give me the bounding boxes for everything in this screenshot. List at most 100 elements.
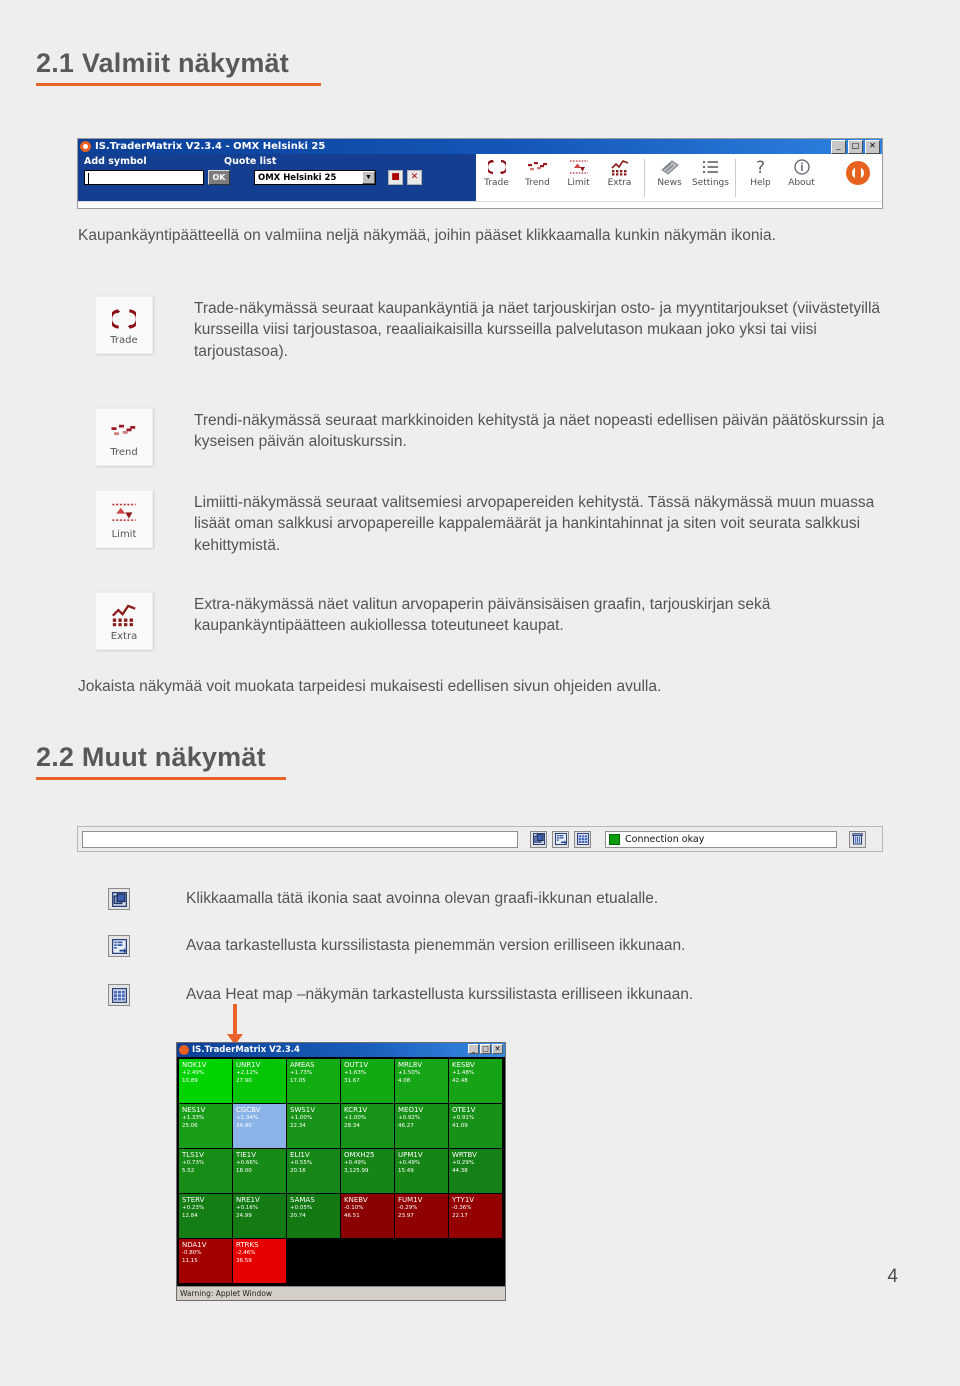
minimize-icon[interactable]: _	[831, 140, 846, 154]
feature-row-limit: Limit Limiitti-näkymässä seuraat valitse…	[95, 490, 894, 556]
heat-map-cell[interactable]: FUM1V -0.29% 23.97	[395, 1194, 449, 1239]
heat-map-cell[interactable]: NOK1V +2.49% 10.89	[179, 1059, 233, 1104]
feature-row-trade: Trade Trade-näkymässä seuraat kaupankäyn…	[95, 296, 884, 362]
heat-map-cell[interactable]: YTY1V -0.36% 22.17	[449, 1194, 503, 1239]
feature-icon-extra[interactable]: Extra	[95, 592, 153, 650]
delete-quote-list-button[interactable]: ✕	[407, 170, 422, 185]
heat-map-cell[interactable]: UNR1V +2.12% 27.90	[233, 1059, 287, 1104]
heat-map-cell-percent: +0.91%	[452, 1114, 475, 1121]
heat-map-cell-price: 31.67	[344, 1077, 360, 1084]
app-logo-icon	[80, 141, 91, 152]
heat-map-cell-percent: +1.33%	[182, 1114, 205, 1121]
trend-icon	[109, 416, 139, 446]
heat-map-cell-price: 11.15	[182, 1257, 198, 1264]
minimize-icon[interactable]: _	[468, 1044, 479, 1054]
heat-map-status-text: Warning: Applet Window	[180, 1289, 272, 1298]
heat-map-cell[interactable]: NRE1V +0.16% 24.99	[233, 1194, 287, 1239]
heat-map-cell-percent: +0.29%	[452, 1159, 475, 1166]
heat-map-row: TLS1V +0.73% 5.52 TIE1V +0.66% 18.00 ELI1V +0.5…	[179, 1149, 503, 1194]
heat-map-cell-symbol: SWS1V	[290, 1106, 316, 1114]
status-bar-screenshot: Connection okay	[77, 826, 883, 852]
heat-map-window-screenshot: IS.TraderMatrix V2.3.4 _ □ ✕ NOK1V +2.49%…	[176, 1042, 506, 1301]
feature-text-trend: Trendi-näkymässä seuraat markkinoiden ke…	[194, 412, 885, 451]
heat-map-window-controls: _ □ ✕	[468, 1044, 503, 1054]
add-symbol-input[interactable]	[84, 170, 204, 185]
heat-map-cell-percent: +1.48%	[452, 1069, 475, 1076]
heat-map-cell[interactable]: STERV +0.23% 12.84	[179, 1194, 233, 1239]
app-title-bar: IS.TraderMatrix V2.3.4 - OMX Helsinki 25…	[78, 139, 882, 154]
close-icon[interactable]: ✕	[865, 140, 880, 154]
feature-text-limit: Limiitti-näkymässä seuraat valitsemiesi …	[194, 494, 875, 554]
trash-icon[interactable]	[849, 830, 866, 848]
heat-map-cell[interactable]: AMEAS +1.73% 17.05	[287, 1059, 341, 1104]
heat-map-cell-percent: +0.92%	[398, 1114, 421, 1121]
open-heat-map-window-icon[interactable]	[574, 830, 591, 848]
heat-map-cell[interactable]: SAMAS +0.05% 20.74	[287, 1194, 341, 1239]
heat-map-cell[interactable]: OUT1V +1.63% 31.67	[341, 1059, 395, 1104]
heat-map-cell-symbol: YTY1V	[452, 1196, 475, 1204]
about-icon	[781, 157, 822, 177]
tool-button-help[interactable]: ? Help	[740, 157, 781, 188]
heat-map-cell[interactable]: KNEBV -0.10% 46.51	[341, 1194, 395, 1239]
feature-icon-trend[interactable]: Trend	[95, 408, 153, 466]
maximize-icon[interactable]: □	[848, 140, 863, 154]
heat-map-cell-price: 22.17	[452, 1212, 468, 1219]
close-icon[interactable]: ✕	[492, 1044, 503, 1054]
quote-list-select[interactable]: OMX Helsinki 25 ▼	[254, 170, 376, 185]
tool-label-trend: Trend	[525, 178, 550, 188]
quote-list-selected-value: OMX Helsinki 25	[258, 172, 337, 183]
toolbar-footer-strip	[78, 201, 882, 208]
heat-map-cell[interactable]: UPM1V +0.49% 15.49	[395, 1149, 449, 1194]
settings-icon	[690, 157, 731, 177]
heat-map-cell-price: 22.34	[290, 1122, 306, 1129]
tool-button-trend[interactable]: Trend	[517, 157, 558, 188]
feature-row-trend: Trend Trendi-näkymässä seuraat markkinoi…	[95, 408, 894, 466]
help-icon: ?	[740, 157, 781, 177]
tool-button-extra[interactable]: Extra	[599, 157, 640, 188]
heat-map-cell[interactable]: TLS1V +0.73% 5.52	[179, 1149, 233, 1194]
heat-map-cell[interactable]: KCR1V +1.00% 28.34	[341, 1104, 395, 1149]
heat-map-cell[interactable]: SWS1V +1.00% 22.34	[287, 1104, 341, 1149]
tool-button-about[interactable]: About	[781, 157, 822, 188]
status-text-field[interactable]	[82, 830, 518, 848]
open-small-quote-list-window-icon[interactable]	[108, 935, 130, 957]
heat-map-window-title: IS.TraderMatrix V2.3.4	[192, 1045, 300, 1055]
heat-map-cell[interactable]: NES1V +1.33% 25.06	[179, 1104, 233, 1149]
pointer-arrow-icon	[227, 1004, 243, 1045]
heat-map-cell[interactable]: NDA1V -0.80% 11.15	[179, 1239, 233, 1284]
page-number: 4	[887, 1266, 898, 1287]
feature-text-extra: Extra-näkymässä näet valitun arvopaperin…	[194, 596, 771, 635]
chevron-down-icon[interactable]: ▼	[362, 171, 375, 184]
heat-map-cell[interactable]: RTRKS -2.46% 36.59	[233, 1239, 287, 1284]
legend-text-heat-map: Avaa Heat map –näkymän tarkastellusta ku…	[186, 986, 694, 1003]
heat-map-cell-price: 24.99	[236, 1212, 252, 1219]
heat-map-cell[interactable]: WRTBV +0.29% 44.38	[449, 1149, 503, 1194]
heat-map-cell[interactable]: OMXH25 +0.49% 3,125.99	[341, 1149, 395, 1194]
tool-button-trade[interactable]: Trade	[476, 157, 517, 188]
heat-map-cell[interactable]: OTE1V +0.91% 41.09	[449, 1104, 503, 1149]
feature-icon-limit[interactable]: Limit	[95, 490, 153, 548]
maximize-icon[interactable]: □	[480, 1044, 491, 1054]
feature-text-trade: Trade-näkymässä seuraat kaupankäyntiä ja…	[194, 300, 881, 360]
bring-graph-window-to-front-icon[interactable]	[530, 830, 547, 848]
feature-icon-trade[interactable]: Trade	[95, 296, 153, 354]
save-quote-list-button[interactable]: ■	[388, 170, 403, 185]
open-heat-map-window-icon[interactable]	[108, 984, 130, 1006]
heat-map-cell[interactable]: MRL8V +1.50% 4.08	[395, 1059, 449, 1104]
tool-button-news[interactable]: News	[649, 157, 690, 188]
heat-map-cell-symbol: OUT1V	[344, 1061, 369, 1069]
heat-map-cell-empty	[341, 1239, 395, 1284]
bring-graph-window-to-front-icon[interactable]	[108, 888, 130, 910]
ok-button[interactable]: OK	[208, 170, 230, 185]
heat-map-cell[interactable]: ELI1V +0.55% 20.16	[287, 1149, 341, 1194]
tool-button-limit[interactable]: Limit	[558, 157, 599, 188]
feature-row-extra: Extra Extra-näkymässä näet valitun arvop…	[95, 592, 884, 650]
legend-row-small-quote-list: Avaa tarkastellusta kurssilistasta piene…	[108, 935, 685, 957]
heat-map-cell[interactable]: CGCBV +1.34% 34.90	[233, 1104, 287, 1149]
open-small-quote-list-window-icon[interactable]	[552, 830, 569, 848]
heat-map-cell[interactable]: TIE1V +0.66% 18.00	[233, 1149, 287, 1194]
heat-map-cell-symbol: AMEAS	[290, 1061, 315, 1069]
heat-map-cell[interactable]: KESBV +1.48% 42.48	[449, 1059, 503, 1104]
heat-map-cell[interactable]: MEO1V +0.92% 46.27	[395, 1104, 449, 1149]
tool-button-settings[interactable]: Settings	[690, 157, 731, 188]
